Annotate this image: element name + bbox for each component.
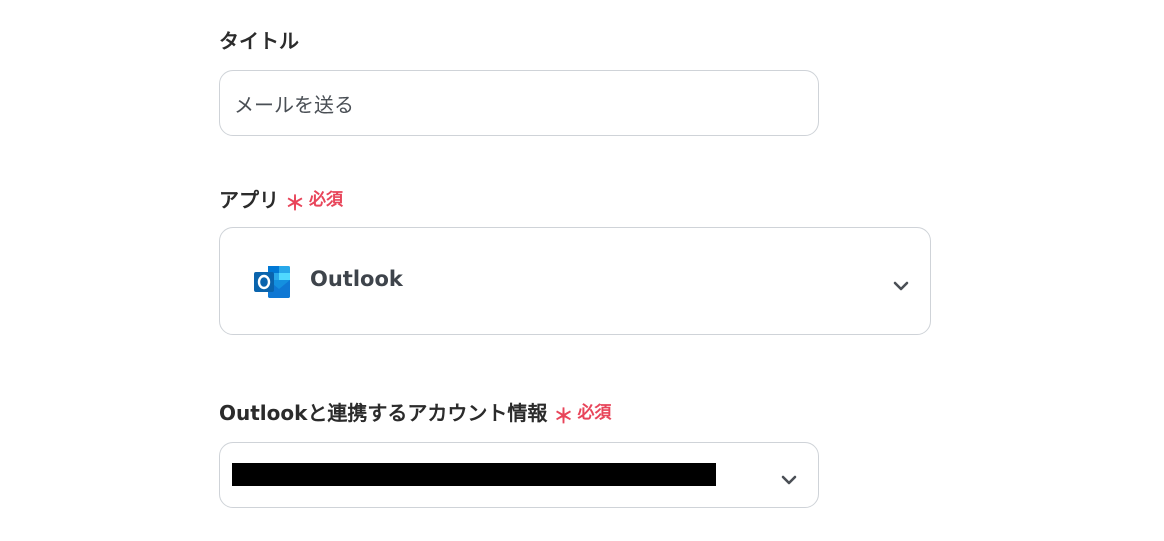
app-label: アプリ ＊ 必須: [219, 188, 343, 215]
selected-app-name: Outlook: [310, 267, 403, 291]
required-asterisk: ＊: [553, 404, 574, 428]
required-text: 必須: [577, 402, 612, 423]
required-text: 必須: [309, 189, 343, 210]
title-label-text: タイトル: [219, 29, 299, 53]
app-label-text: アプリ: [219, 188, 279, 212]
chevron-down-icon[interactable]: [780, 471, 798, 485]
required-badge: ＊ 必須: [285, 189, 343, 215]
app-select[interactable]: Outlook: [219, 227, 931, 335]
required-badge: ＊ 必須: [553, 402, 612, 428]
title-input[interactable]: [234, 91, 794, 115]
title-label: タイトル: [219, 31, 299, 51]
account-select[interactable]: [219, 442, 819, 508]
title-input-container[interactable]: [219, 70, 819, 136]
required-asterisk: ＊: [285, 191, 305, 215]
redacted-account-value: [232, 463, 716, 486]
outlook-logo-icon: [254, 264, 292, 300]
account-label: Outlookと連携するアカウント情報 ＊ 必須: [219, 401, 612, 428]
chevron-down-icon[interactable]: [892, 277, 910, 291]
account-label-text: Outlookと連携するアカウント情報: [219, 401, 548, 425]
